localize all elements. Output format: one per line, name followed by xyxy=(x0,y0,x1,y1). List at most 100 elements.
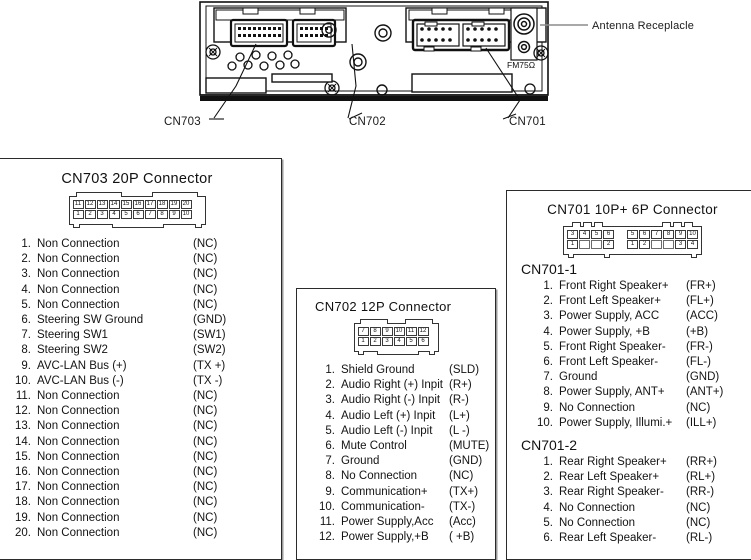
panel-cn702: CN702 12P Connector 7 8 9 10 11 12 1 2 3… xyxy=(296,288,496,560)
pin-cell: 7 xyxy=(144,210,156,219)
pin-number: 1. xyxy=(543,456,553,469)
connector-top-row: 3 4 5 6 xyxy=(567,230,614,239)
panel-title-cn702: CN702 12P Connector xyxy=(315,299,452,314)
callout-label-cn701: CN701 xyxy=(509,116,546,128)
pin-row: 2. Rear Left Speaker+ (RL+) xyxy=(531,470,742,485)
pin-row: 19. Non Connection (NC) xyxy=(9,511,245,526)
pin-code: (NC) xyxy=(193,481,218,494)
pin-name: Non Connection xyxy=(37,238,120,250)
connector-tabs xyxy=(564,222,701,227)
pin-row: 14. Non Connection (NC) xyxy=(9,435,245,450)
pin-number: 6. xyxy=(543,532,553,545)
pin-number: 6. xyxy=(543,356,553,369)
pin-cell: 3 xyxy=(96,210,108,219)
connector-bottom-row: 1 2 3 4 5 6 7 8 9 10 xyxy=(72,210,202,219)
pin-number: 5. xyxy=(543,516,553,529)
pin-number: 3. xyxy=(543,486,553,499)
pin-name: Ground xyxy=(341,455,380,468)
callout-label-cn703: CN703 xyxy=(164,116,201,128)
pin-name: Power Supply, +B xyxy=(559,325,650,338)
pin-number: 13. xyxy=(15,420,31,433)
pin-name: Power Supply, ANT+ xyxy=(559,386,665,399)
pin-number: 2. xyxy=(543,471,553,484)
pin-number: 5. xyxy=(543,340,553,353)
pin-number: 11. xyxy=(15,390,31,403)
pin-code: (FL+) xyxy=(686,295,714,308)
pin-name: Non Connection xyxy=(37,268,120,281)
pin-number: 5. xyxy=(21,298,31,311)
pin-code: (SW2) xyxy=(193,344,226,357)
pin-number: 17. xyxy=(15,481,31,494)
pin-list-cn702: 1. Shield Ground (SLD) 2. Audio Right (+) I… xyxy=(297,363,495,545)
pin-code: (NC) xyxy=(193,238,218,250)
pin-cell: 9 xyxy=(675,230,686,239)
panel-title-cn703: CN703 20P Connector xyxy=(61,171,213,187)
pin-cell: 1 xyxy=(567,240,578,249)
subsection-heading-cn701-2: CN701-2 xyxy=(521,437,578,454)
pin-code: (NC) xyxy=(193,420,218,433)
pin-code: (SLD) xyxy=(449,364,480,376)
pin-row: 3. Power Supply, ACC (ACC) xyxy=(531,309,742,324)
pin-code: (NC) xyxy=(193,283,218,296)
pin-row: 4. Audio Left (+) Inpit (L+) xyxy=(313,409,483,424)
pin-number: 10. xyxy=(537,416,553,429)
pin-cell: 5 xyxy=(405,337,417,346)
pin-code: (FL-) xyxy=(686,356,711,369)
pin-cell: 2 xyxy=(369,337,381,346)
pin-cell: 6 xyxy=(132,210,144,219)
connector-foot xyxy=(111,224,164,228)
connector-foot xyxy=(376,351,419,355)
connector-foot xyxy=(72,224,80,228)
pin-name: Steering SW2 xyxy=(37,344,108,357)
pin-code: (NC) xyxy=(193,435,218,448)
pin-cell: 20 xyxy=(180,200,192,209)
fm-impedance-label: FM75Ω xyxy=(507,60,535,70)
pin-row: 17. Non Connection (NC) xyxy=(9,480,245,495)
pin-row: 4. No Connection (NC) xyxy=(531,501,742,516)
pin-name: Non Connection xyxy=(37,420,120,433)
pin-row: 10. AVC-LAN Bus (-) (TX -) xyxy=(9,374,245,389)
pin-name: Ground xyxy=(559,371,598,384)
pin-row: 3. Audio Right (-) Inpit (R-) xyxy=(313,393,483,408)
pin-code: (SW1) xyxy=(193,329,226,342)
pin-number: 1. xyxy=(325,364,335,376)
pin-number: 20. xyxy=(15,526,31,539)
pin-cell: 2 xyxy=(639,240,650,249)
pin-cell-blank xyxy=(591,240,602,249)
pin-name: Power Supply,+B xyxy=(341,531,429,544)
pin-list-cn701-1: 1. Front Right Speaker+ (FR+) 2. Front Left… xyxy=(507,279,751,431)
pin-cell: 10 xyxy=(180,210,192,219)
connector-bottom-row: 1 2 xyxy=(567,240,614,249)
pin-code: (GND) xyxy=(193,314,227,327)
pin-cell: 5 xyxy=(627,230,638,239)
pin-row: 5. Front Right Speaker- (FR-) xyxy=(531,340,742,355)
pin-code: (NC) xyxy=(686,501,711,514)
pin-name: Rear Right Speaker- xyxy=(559,486,664,499)
connector-divider xyxy=(618,230,623,249)
pin-number: 7. xyxy=(325,455,335,468)
pin-name: Steering SW Ground xyxy=(37,314,144,327)
pin-number: 19. xyxy=(15,511,31,524)
pin-code: (NC) xyxy=(193,450,218,463)
pin-number: 11. xyxy=(319,516,335,529)
connector-foot xyxy=(604,254,610,258)
pin-name: Shield Ground xyxy=(341,364,415,376)
pin-cell: 1 xyxy=(357,337,369,346)
pin-code: (L+) xyxy=(449,409,470,422)
pin-name: Communication+ xyxy=(341,485,428,498)
pin-number: 8. xyxy=(543,386,553,399)
pin-name: Rear Left Speaker+ xyxy=(559,471,660,484)
pin-row: 5. Audio Left (-) Inpit (L -) xyxy=(313,424,483,439)
pin-number: 16. xyxy=(15,466,31,479)
pin-code: ( +B) xyxy=(449,531,475,544)
pin-row: 1. Front Right Speaker+ (FR+) xyxy=(531,279,742,294)
pin-number: 10. xyxy=(319,500,335,513)
pin-name: Power Supply, Illumi.+ xyxy=(559,416,673,429)
pin-code: (TX +) xyxy=(193,359,226,372)
pin-cell: 6 xyxy=(603,230,614,239)
pin-number: 9. xyxy=(325,485,335,498)
pin-name: Non Connection xyxy=(37,496,120,509)
connector-bottom-row: 1 2 3 4 5 6 xyxy=(357,337,435,346)
callout-label-cn702: CN702 xyxy=(349,116,386,128)
pin-row: 1. Non Connection (NC) xyxy=(9,237,245,252)
